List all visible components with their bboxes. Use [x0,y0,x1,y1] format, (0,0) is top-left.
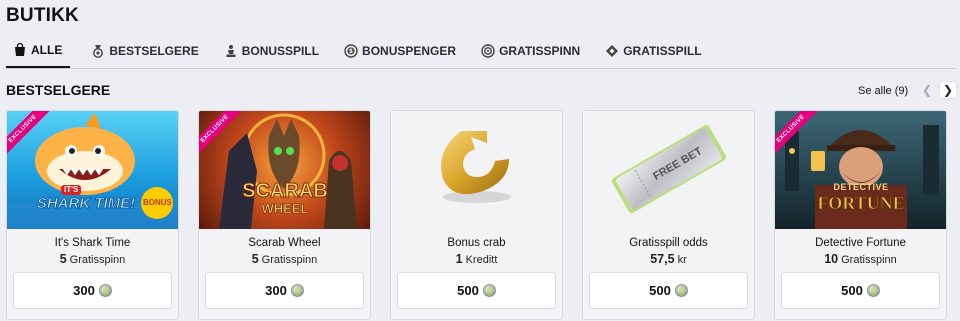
product-carousel: IT'S SHARK TIME! BONUS EXCLUSIVE It's Sh… [6,110,947,320]
price-button[interactable]: 300 [13,272,172,309]
tab-bonusspill[interactable]: BONUSSPILL [217,40,323,68]
chevron-right-icon: ❯ [942,83,954,97]
price-button[interactable]: 500 [397,272,556,309]
product-quantity: 5 Gratisspinn [251,252,318,266]
product-artwork [391,111,562,229]
product-quantity: 57,5 kr [650,252,687,266]
page-title: BUTIKK [6,5,79,26]
game-title-top: DETECTIVE [833,182,889,192]
product-card[interactable]: SCARAB WHEEL EXCLUSIVE Scarab Wheel 5 Gra… [198,110,371,320]
section-title: BESTSELGERE [6,82,111,98]
product-card[interactable]: DETECTIVE FORTUNE EXCLUSIVE Detective Fo… [774,110,947,320]
price-value: 300 [73,283,95,298]
tab-label: BONUSPENGER [362,44,457,58]
tab-bestselgere[interactable]: BESTSELGERE [84,40,202,68]
tab-label: GRATISSPINN [499,44,581,58]
coin-icon [98,284,112,297]
game-title-main: SHARK TIME! [36,195,136,212]
tab-label: GRATISSPILL [623,44,702,58]
game-artwork: IT'S SHARK TIME! BONUS EXCLUSIVE [7,111,178,229]
tab-gratisspinn[interactable]: GRATISSPINN [474,40,584,68]
price-button[interactable]: 300 [205,272,364,309]
tab-label: BESTSELGERE [109,44,199,58]
game-artwork: SCARAB WHEEL EXCLUSIVE [199,111,370,229]
game-title-bonus: BONUS [143,198,172,207]
coin-icon [290,284,304,297]
product-artwork: FREE BET [583,111,754,229]
price-value: 500 [457,283,479,298]
price-button[interactable]: 500 [781,272,940,309]
product-card[interactable]: IT'S SHARK TIME! BONUS EXCLUSIVE It's Sh… [6,110,179,320]
svg-text:$: $ [349,48,353,55]
shopping-bag-icon [13,43,27,57]
product-quantity: 5 Gratisspinn [59,252,126,266]
game-title-main: FORTUNE [817,193,905,213]
carousel-prev-button[interactable]: ❮ [918,81,936,99]
product-card[interactable]: FREE BET Gratisspill odds 57,5 kr 500 [582,110,755,320]
medal-icon [91,44,105,58]
price-value: 300 [265,283,287,298]
product-name: Scarab Wheel [248,237,321,249]
tab-gratisspill[interactable]: GRATISSPILL [598,40,705,68]
price-button[interactable]: 500 [589,272,748,309]
tab-label: BONUSSPILL [241,44,320,58]
price-value: 500 [649,283,671,298]
product-card[interactable]: Bonus crab 1 Kreditt 500 [390,110,563,320]
coin-icon [866,284,880,297]
game-title-main: SCARAB [242,180,329,202]
see-all-link[interactable]: Se alle (9) [858,85,908,97]
ticket-diamond-icon [605,44,619,58]
price-value: 500 [841,283,863,298]
carousel-next-button[interactable]: ❯ [939,81,957,99]
product-name: It's Shark Time [54,237,131,249]
tab-bonuspenger[interactable]: $ BONUSPENGER [337,40,460,68]
coin-icon: $ [344,44,358,58]
tab-alle[interactable]: ALLE [6,40,71,68]
product-name: Bonus crab [447,237,506,249]
product-quantity: 1 Kreditt [455,252,498,266]
spin-icon [481,44,495,58]
coin-icon [674,284,688,297]
game-artwork: DETECTIVE FORTUNE EXCLUSIVE [775,111,946,229]
product-quantity: 10 Gratisspinn [824,252,897,266]
tab-label: ALLE [31,43,63,57]
category-tabs: ALLE BESTSELGERE BONUSSPILL $ BONUSPENGE… [6,40,956,69]
chevron-left-icon: ❮ [921,83,933,97]
chess-piece-icon [224,44,238,58]
product-name: Gratisspill odds [629,237,708,249]
crab-claw-icon [441,131,511,203]
game-title-sub: WHEEL [261,201,309,216]
coin-icon [482,284,496,297]
game-title-top: IT'S [61,185,82,195]
product-name: Detective Fortune [815,237,906,249]
